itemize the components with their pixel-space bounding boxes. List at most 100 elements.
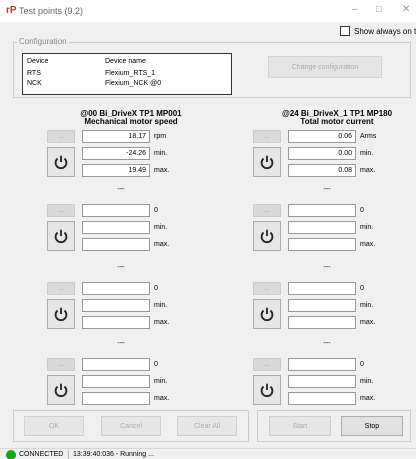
maximize-button[interactable]: □ <box>376 4 382 15</box>
monitor-max-label: max. <box>154 319 170 326</box>
change-configuration-button[interactable]: Change configuration <box>268 56 382 78</box>
monitor-unit: 0 <box>360 207 364 214</box>
window-title: Test points (9.2) <box>19 6 84 16</box>
status-message: 13:39:40:036 - Running ... <box>73 451 154 458</box>
select-signal-button[interactable]: ... <box>253 358 281 371</box>
monitor-max-field <box>288 238 356 251</box>
monitor-value-field <box>82 204 150 217</box>
monitor-min-field <box>288 299 356 312</box>
device-cell: NCK <box>27 80 42 87</box>
cancel-button[interactable]: Cancel <box>101 416 161 436</box>
monitor-value-field <box>82 358 150 371</box>
configuration-header-row: Device Device name <box>23 58 233 68</box>
monitor-unit: 0 <box>154 207 158 214</box>
monitor-max-label: max. <box>154 167 170 174</box>
select-signal-button[interactable]: ... <box>47 358 75 371</box>
select-signal-button[interactable]: ... <box>253 130 281 143</box>
monitor-max-field: 19.49 <box>82 164 150 177</box>
power-icon[interactable] <box>47 299 75 329</box>
minimize-button[interactable]: – <box>352 4 358 15</box>
power-icon[interactable] <box>47 375 75 405</box>
monitor-max-field <box>288 316 356 329</box>
monitor-max-label: max. <box>360 241 376 248</box>
start-button[interactable]: Start <box>269 416 331 436</box>
power-icon[interactable] <box>253 375 281 405</box>
header-device: Device <box>27 58 49 65</box>
monitor-min-field: 0.00 <box>288 147 356 160</box>
checkbox-box[interactable] <box>340 26 350 36</box>
monitor-min-field <box>288 375 356 388</box>
table-row[interactable]: RTS Flexium_RTS_1 <box>23 70 233 80</box>
power-icon[interactable] <box>253 147 281 177</box>
configuration-table: Device Device name RTS Flexium_RTS_1 NCK… <box>22 53 232 95</box>
monitor-max-label: max. <box>360 167 376 174</box>
status-bar: CONNECTED 13:39:40:036 - Running ... <box>0 448 416 459</box>
header-device-name: Device name <box>105 58 146 65</box>
select-signal-button[interactable]: ... <box>253 282 281 295</box>
monitor-value-field <box>82 282 150 295</box>
monitor-value-field: 18.17 <box>82 130 150 143</box>
connection-status-icon <box>6 450 16 459</box>
status-divider <box>68 450 69 459</box>
monitor-max-field <box>288 392 356 405</box>
stop-button[interactable]: Stop <box>341 416 403 436</box>
app-icon: rP <box>6 5 17 16</box>
select-signal-button[interactable]: ... <box>47 130 75 143</box>
select-signal-button[interactable]: ... <box>253 204 281 217</box>
monitor-max-field: 0.08 <box>288 164 356 177</box>
power-icon[interactable] <box>253 299 281 329</box>
monitor-max-label: max. <box>360 395 376 402</box>
monitor-min-field: -24.26 <box>82 147 150 160</box>
monitor-placeholder-title: --- <box>117 264 125 271</box>
monitor-min-label: min. <box>360 224 374 231</box>
monitor-placeholder-title: --- <box>117 186 125 193</box>
monitor-min-field <box>82 375 150 388</box>
monitor-title: @24 Bi_DriveX_1 TP1 MP180 Total motor cur… <box>247 110 416 126</box>
monitor-min-label: min. <box>154 378 168 385</box>
select-signal-button[interactable]: ... <box>47 204 75 217</box>
monitor-signal-description: Total motor current <box>300 117 374 126</box>
clear-all-button[interactable]: Clear All <box>177 416 237 436</box>
monitor-max-field <box>82 392 150 405</box>
monitor-title: @00 Bi_DriveX TP1 MP001 Mechanical motor … <box>41 110 221 126</box>
monitor-unit: 0 <box>154 285 158 292</box>
monitor-max-field <box>82 316 150 329</box>
monitor-unit: 0 <box>360 361 364 368</box>
device-name-cell: Flexium_NCK @0 <box>105 80 162 87</box>
monitor-max-label: max. <box>154 241 170 248</box>
monitor-min-label: min. <box>360 378 374 385</box>
title-bar: rP Test points (9.2) – □ ✕ <box>0 0 416 22</box>
monitor-value-field <box>288 204 356 217</box>
monitor-max-label: max. <box>360 319 376 326</box>
table-row[interactable]: NCK Flexium_NCK @0 <box>23 80 233 90</box>
monitor-unit: Arms <box>360 133 377 140</box>
power-icon[interactable] <box>47 221 75 251</box>
close-button[interactable]: ✕ <box>402 4 410 15</box>
connection-status: CONNECTED <box>19 451 64 458</box>
monitor-value-field: 0.06 <box>288 130 356 143</box>
monitor-min-label: min. <box>360 302 374 309</box>
power-icon[interactable] <box>253 221 281 251</box>
device-name-cell: Flexium_RTS_1 <box>105 70 156 77</box>
monitor-placeholder-title: --- <box>323 186 331 193</box>
monitor-placeholder-title: --- <box>323 264 331 271</box>
monitor-max-label: max. <box>154 395 170 402</box>
monitor-signal-description: Mechanical motor speed <box>84 117 178 126</box>
power-icon[interactable] <box>47 147 75 177</box>
monitor-min-label: min. <box>154 224 168 231</box>
always-on-top-label: Show always on top <box>354 26 416 36</box>
always-on-top-checkbox[interactable]: Show always on top <box>340 26 416 36</box>
select-signal-button[interactable]: ... <box>47 282 75 295</box>
monitor-min-field <box>288 221 356 234</box>
monitor-min-field <box>82 221 150 234</box>
monitor-min-field <box>82 299 150 312</box>
monitor-value-field <box>288 358 356 371</box>
monitor-max-field <box>82 238 150 251</box>
monitor-value-field <box>288 282 356 295</box>
monitor-placeholder-title: --- <box>323 340 331 347</box>
device-cell: RTS <box>27 70 41 77</box>
monitor-unit: 0 <box>154 361 158 368</box>
monitor-min-label: min. <box>360 150 374 157</box>
ok-button[interactable]: OK <box>24 416 84 436</box>
monitor-unit: 0 <box>360 285 364 292</box>
